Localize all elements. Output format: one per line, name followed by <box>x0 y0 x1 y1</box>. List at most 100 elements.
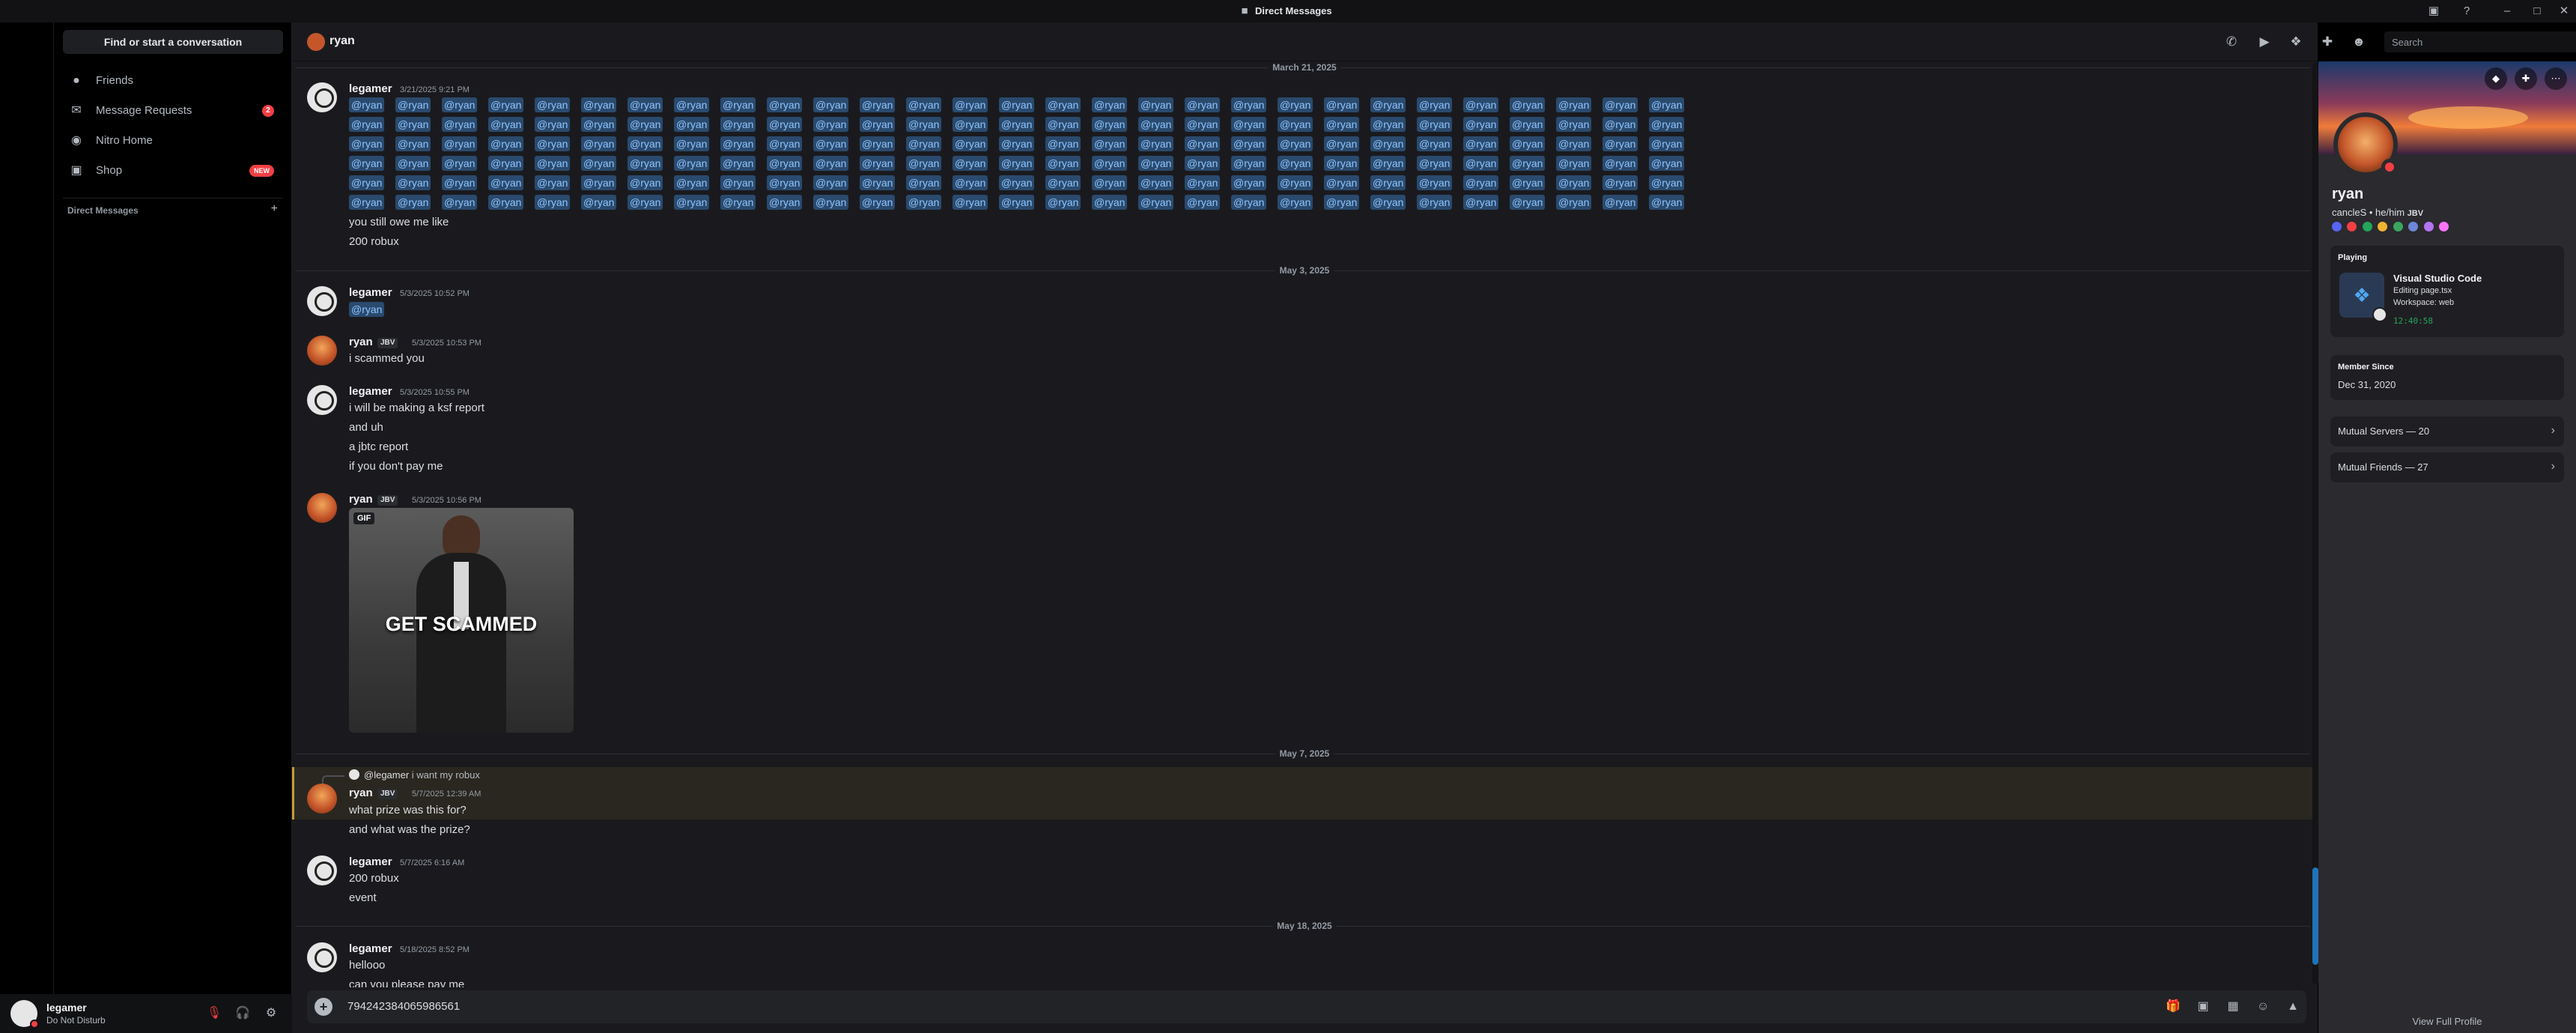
user-mention[interactable]: @ryan <box>906 97 942 112</box>
user-mention[interactable]: @ryan <box>1649 97 1685 112</box>
user-mention[interactable]: @ryan <box>1045 175 1081 190</box>
user-mention[interactable]: @ryan <box>442 195 478 210</box>
message-author[interactable]: legamer <box>349 286 392 299</box>
add-friends-icon[interactable]: ✚ <box>2318 33 2336 51</box>
user-mention[interactable]: @ryan <box>953 175 988 190</box>
emoji-icon[interactable]: ☺ <box>2254 998 2272 1016</box>
user-mention[interactable]: @ryan <box>1185 117 1221 132</box>
user-mention[interactable]: @ryan <box>674 175 710 190</box>
user-mention[interactable]: @ryan <box>999 97 1035 112</box>
user-mention[interactable]: @ryan <box>999 156 1035 171</box>
user-mention[interactable]: @ryan <box>813 136 849 151</box>
user-mention[interactable]: @ryan <box>349 97 385 112</box>
gif-attachment[interactable]: GET SCAMMED GIF <box>349 508 574 733</box>
user-mention[interactable]: @ryan <box>1463 195 1499 210</box>
sticker-icon[interactable]: ▦ <box>2224 998 2242 1016</box>
user-mention[interactable]: @ryan <box>1510 175 1546 190</box>
user-mention[interactable]: @ryan <box>535 97 571 112</box>
user-mention[interactable]: @ryan <box>535 156 571 171</box>
user-mention[interactable]: @ryan <box>628 136 663 151</box>
user-mention[interactable]: @ryan <box>442 97 478 112</box>
user-mention[interactable]: @ryan <box>581 97 617 112</box>
reply-preview[interactable]: @legamer i want my robux <box>364 769 480 781</box>
message-author[interactable]: ryan <box>349 787 373 799</box>
user-mention[interactable]: @ryan <box>720 175 756 190</box>
user-mention[interactable]: @ryan <box>1231 156 1267 171</box>
badge-icon[interactable] <box>2347 222 2357 231</box>
message-author[interactable]: ryan <box>349 493 373 506</box>
user-mention[interactable]: @ryan <box>767 117 803 132</box>
user-mention[interactable]: @ryan <box>720 156 756 171</box>
user-mention[interactable]: @ryan <box>581 156 617 171</box>
user-mention[interactable]: @ryan <box>1370 175 1406 190</box>
user-mention[interactable]: @ryan <box>1092 175 1128 190</box>
user-mention[interactable]: @ryan <box>395 136 431 151</box>
user-mention[interactable]: @ryan <box>1138 136 1174 151</box>
attach-plus-icon[interactable]: + <box>315 998 332 1016</box>
user-mention[interactable]: @ryan <box>395 156 431 171</box>
user-mention[interactable]: @ryan <box>488 156 524 171</box>
user-mention[interactable]: @ryan <box>1324 175 1360 190</box>
user-mention[interactable]: @ryan <box>1185 195 1221 210</box>
sidebar-item-nitro-home[interactable]: ◉ Nitro Home <box>60 126 286 156</box>
user-mention[interactable]: @ryan <box>1092 156 1128 171</box>
user-mention[interactable]: @ryan <box>1231 195 1267 210</box>
user-mention[interactable]: @ryan <box>767 156 803 171</box>
user-mention[interactable]: @ryan <box>349 195 385 210</box>
user-mention[interactable]: @ryan <box>1231 136 1267 151</box>
badge-icon[interactable] <box>2439 222 2449 231</box>
avatar[interactable] <box>307 493 337 523</box>
badge-icon[interactable] <box>2423 222 2434 231</box>
minimize-icon[interactable]: – <box>2500 4 2515 19</box>
user-mention[interactable]: @ryan <box>488 136 524 151</box>
user-mention[interactable]: @ryan <box>1510 195 1546 210</box>
user-mention[interactable]: @ryan <box>442 175 478 190</box>
user-mention[interactable]: @ryan <box>860 117 896 132</box>
user-mention[interactable]: @ryan <box>488 195 524 210</box>
user-mention[interactable]: @ryan <box>1045 97 1081 112</box>
user-mention[interactable]: @ryan <box>1649 175 1685 190</box>
user-mention[interactable]: @ryan <box>1417 136 1453 151</box>
find-conversation-button[interactable]: Find or start a conversation <box>63 30 283 54</box>
user-mention[interactable]: @ryan <box>720 117 756 132</box>
badge-icon[interactable] <box>2332 222 2342 231</box>
user-mention[interactable]: @ryan <box>1185 175 1221 190</box>
user-mention[interactable]: @ryan <box>813 195 849 210</box>
server-tag-badge[interactable]: JBV <box>2408 209 2423 218</box>
user-mention[interactable]: @ryan <box>1045 136 1081 151</box>
user-mention[interactable]: @ryan <box>1324 195 1360 210</box>
user-mention[interactable]: @ryan <box>1092 136 1128 151</box>
message-author[interactable]: ryan <box>349 336 373 348</box>
message-author[interactable]: legamer <box>349 942 392 955</box>
user-mention[interactable]: @ryan <box>1045 195 1081 210</box>
gift-icon[interactable]: 🎁 <box>2164 998 2182 1016</box>
user-mention[interactable]: @ryan <box>1370 117 1406 132</box>
user-mention[interactable]: @ryan <box>1231 97 1267 112</box>
user-mention[interactable]: @ryan <box>860 136 896 151</box>
server-tag-badge[interactable]: JBV <box>377 338 398 348</box>
avatar[interactable] <box>307 855 337 885</box>
message-author[interactable]: legamer <box>349 855 392 868</box>
maximize-icon[interactable]: □ <box>2530 4 2545 19</box>
user-mention[interactable]: @ryan <box>1138 175 1174 190</box>
user-mention[interactable]: @ryan <box>442 136 478 151</box>
user-mention[interactable]: @ryan <box>628 156 663 171</box>
user-mention[interactable]: @ryan <box>1092 195 1128 210</box>
user-mention[interactable]: @ryan <box>953 195 988 210</box>
user-mention[interactable]: @ryan <box>1463 97 1499 112</box>
activity-card[interactable]: Playing ❖ Visual Studio Code Editing pag… <box>2330 246 2564 337</box>
user-mention[interactable]: @ryan <box>442 117 478 132</box>
badge-icon[interactable] <box>2393 222 2403 231</box>
user-mention[interactable]: @ryan <box>813 117 849 132</box>
user-mention[interactable]: @ryan <box>1510 156 1546 171</box>
user-mention[interactable]: @ryan <box>395 175 431 190</box>
user-mention[interactable]: @ryan <box>1556 117 1592 132</box>
user-mention[interactable]: @ryan <box>674 156 710 171</box>
user-mention[interactable]: @ryan <box>1463 175 1499 190</box>
user-mention[interactable]: @ryan <box>349 117 385 132</box>
user-mention[interactable]: @ryan <box>349 175 385 190</box>
user-mention[interactable]: @ryan <box>1092 97 1128 112</box>
user-mention[interactable]: @ryan <box>953 156 988 171</box>
user-mention[interactable]: @ryan <box>1603 156 1638 171</box>
user-mention[interactable]: @ryan <box>535 136 571 151</box>
